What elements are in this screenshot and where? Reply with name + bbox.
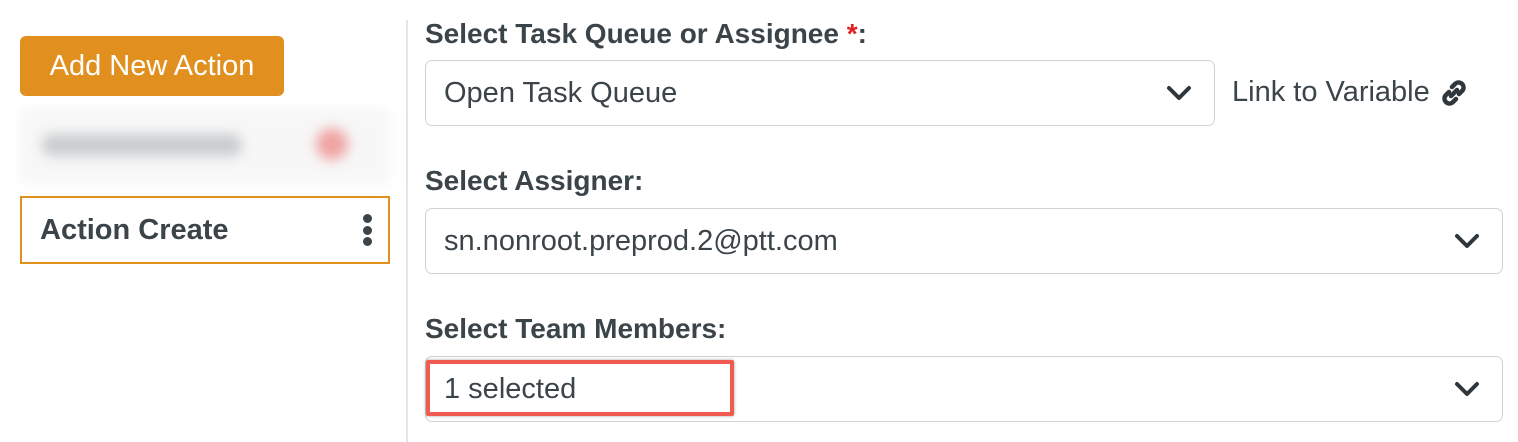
redacted-icon xyxy=(316,128,348,160)
blurred-action-item xyxy=(20,108,390,184)
action-item-selected[interactable]: Action Create xyxy=(20,196,390,264)
kebab-menu-icon[interactable] xyxy=(360,214,374,246)
task-queue-select[interactable]: Open Task Queue xyxy=(425,60,1215,126)
chevron-down-icon xyxy=(1455,382,1479,396)
team-members-value: 1 selected xyxy=(444,373,577,405)
link-to-variable-label: Link to Variable xyxy=(1232,76,1430,108)
action-item-label: Action Create xyxy=(40,214,229,246)
chevron-down-icon xyxy=(1455,234,1479,248)
panel-divider xyxy=(406,20,408,442)
assigner-label: Select Assigner: xyxy=(425,165,644,196)
workflow-action-editor: Add New Action Action Create Select Task… xyxy=(0,0,1518,442)
redacted-label xyxy=(42,134,242,156)
link-icon xyxy=(1442,79,1466,106)
required-marker: * xyxy=(846,18,858,49)
task-queue-value: Open Task Queue xyxy=(444,77,678,109)
assigner-value: sn.nonroot.preprod.2@ptt.com xyxy=(444,225,838,257)
link-to-variable-link[interactable]: Link to Variable xyxy=(1232,76,1470,109)
team-members-label: Select Team Members: xyxy=(425,313,727,344)
team-members-select[interactable]: 1 selected xyxy=(425,356,1503,422)
assigner-select[interactable]: sn.nonroot.preprod.2@ptt.com xyxy=(425,208,1503,274)
actions-sidebar: Add New Action Action Create xyxy=(0,0,406,442)
add-new-action-button[interactable]: Add New Action xyxy=(20,36,284,96)
task-queue-label: Select Task Queue or Assignee *: xyxy=(425,18,867,49)
chevron-down-icon xyxy=(1167,86,1191,100)
